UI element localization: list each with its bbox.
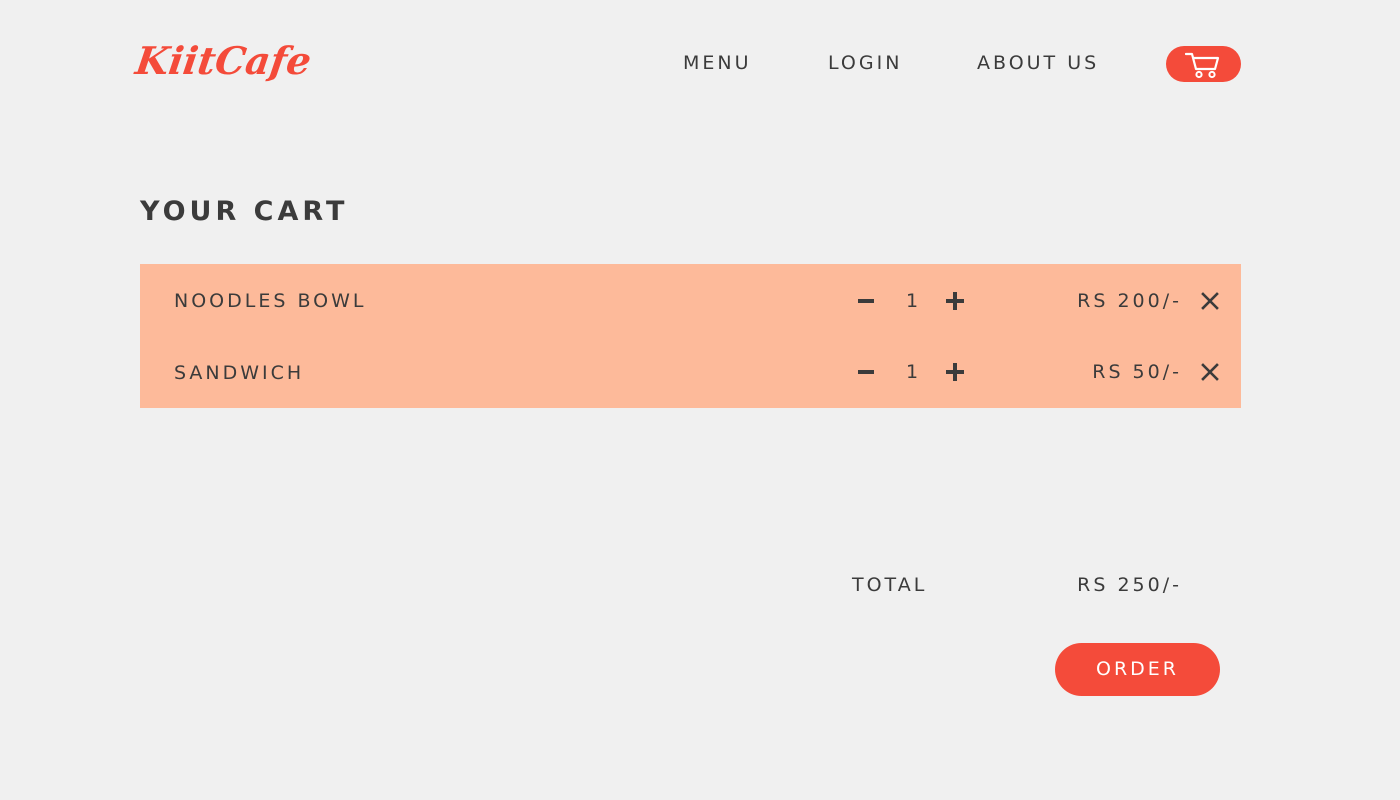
item-price: RS 50/- bbox=[1092, 361, 1182, 383]
total-label: TOTAL bbox=[852, 574, 928, 596]
increase-quantity-button[interactable] bbox=[946, 292, 964, 310]
decrease-quantity-button[interactable] bbox=[857, 292, 875, 310]
item-name: NOODLES BOWL bbox=[174, 290, 367, 312]
close-icon bbox=[1201, 363, 1219, 381]
item-name: SANDWICH bbox=[174, 362, 305, 384]
close-icon bbox=[1201, 292, 1219, 310]
remove-item-button[interactable] bbox=[1201, 292, 1219, 310]
remove-item-button[interactable] bbox=[1201, 363, 1219, 381]
decrease-quantity-button[interactable] bbox=[857, 363, 875, 381]
item-price: RS 200/- bbox=[1077, 290, 1182, 312]
minus-icon bbox=[858, 299, 874, 303]
cart-items-list: NOODLES BOWL 1 RS 200/- SANDWICH 1 RS 50… bbox=[140, 264, 1241, 408]
nav-link-menu[interactable]: MENU bbox=[683, 52, 752, 74]
brand-logo[interactable]: KiitCafe bbox=[133, 38, 314, 83]
cart-button[interactable] bbox=[1166, 46, 1241, 82]
minus-icon bbox=[858, 370, 874, 374]
total-value: RS 250/- bbox=[1077, 574, 1182, 596]
cart-item-row: SANDWICH 1 RS 50/- bbox=[140, 336, 1241, 408]
page-title: YOUR CART bbox=[140, 196, 349, 227]
order-button[interactable]: ORDER bbox=[1055, 643, 1220, 696]
shopping-cart-icon bbox=[1185, 52, 1220, 79]
increase-quantity-button[interactable] bbox=[946, 363, 964, 381]
item-quantity: 1 bbox=[905, 290, 919, 312]
item-quantity: 1 bbox=[905, 361, 919, 383]
cart-item-row: NOODLES BOWL 1 RS 200/- bbox=[140, 264, 1241, 336]
nav-link-login[interactable]: LOGIN bbox=[828, 52, 902, 74]
nav-link-about-us[interactable]: ABOUT US bbox=[977, 52, 1099, 74]
